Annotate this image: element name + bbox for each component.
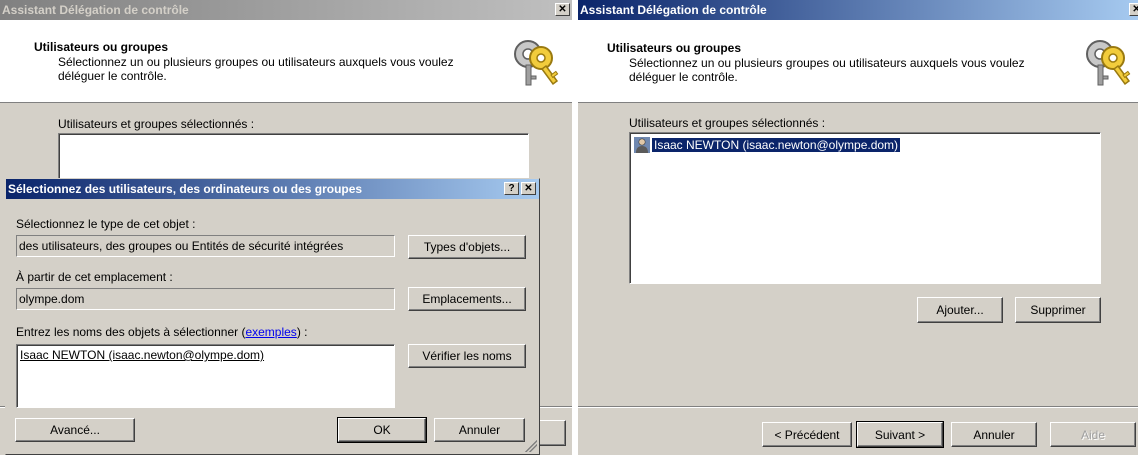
right-close-icon[interactable]: ✕	[1129, 3, 1138, 16]
location-label: À partir de cet emplacement :	[16, 270, 173, 284]
left-header-subtitle: Sélectionnez un ou plusieurs groupes ou …	[58, 55, 454, 83]
object-names-input[interactable]: Isaac NEWTON (isaac.newton@olympe.dom)	[16, 344, 395, 408]
dialog-title: Sélectionnez des utilisateurs, des ordin…	[8, 182, 363, 196]
locations-button[interactable]: Emplacements...	[408, 287, 526, 311]
back-button[interactable]: < Précédent	[762, 422, 852, 447]
help-icon[interactable]: ?	[504, 182, 519, 195]
right-header-panel: Utilisateurs ou groupes Sélectionnez un …	[578, 20, 1138, 103]
keys-icon	[514, 40, 559, 86]
advanced-button[interactable]: Avancé...	[15, 418, 135, 442]
keys-icon	[1086, 40, 1131, 86]
right-header-subtitle: Sélectionnez un ou plusieurs groupes ou …	[629, 56, 1025, 84]
left-window-title: Assistant Délégation de contrôle	[2, 3, 189, 17]
select-objects-dialog: Sélectionnez des utilisateurs, des ordin…	[5, 178, 540, 455]
object-type-label: Sélectionnez le type de cet objet :	[16, 217, 196, 231]
object-names-label: Entrez les noms des objets à sélectionne…	[16, 325, 307, 339]
resize-grip-icon[interactable]	[525, 440, 537, 452]
dialog-close-icon[interactable]: ✕	[521, 182, 536, 195]
help-button[interactable]: Aide	[1050, 422, 1136, 447]
next-button[interactable]: Suivant >	[856, 421, 944, 448]
right-list-label: Utilisateurs et groupes sélectionnés :	[629, 116, 826, 130]
add-button[interactable]: Ajouter...	[917, 297, 1003, 323]
right-header-title: Utilisateurs ou groupes	[607, 41, 742, 55]
ok-button[interactable]: OK	[337, 417, 427, 443]
remove-button[interactable]: Supprimer	[1015, 297, 1101, 323]
right-footer-separator	[578, 406, 1138, 408]
dialog-cancel-button[interactable]: Annuler	[434, 418, 525, 442]
examples-link[interactable]: exemples	[245, 325, 296, 339]
names-label-suffix: ) :	[296, 325, 308, 339]
selected-user-name: Isaac NEWTON (isaac.newton@olympe.dom)	[652, 138, 901, 152]
user-icon	[634, 137, 650, 153]
right-selected-list[interactable]: Isaac NEWTON (isaac.newton@olympe.dom)	[629, 132, 1101, 284]
object-types-button[interactable]: Types d'objets...	[408, 235, 526, 259]
object-name-value: Isaac NEWTON (isaac.newton@olympe.dom)	[20, 348, 265, 362]
list-item[interactable]: Isaac NEWTON (isaac.newton@olympe.dom)	[634, 137, 901, 153]
location-field: olympe.dom	[16, 288, 395, 310]
object-type-field: des utilisateurs, des groupes ou Entités…	[16, 235, 395, 257]
right-window-title: Assistant Délégation de contrôle	[580, 3, 767, 17]
right-cancel-button[interactable]: Annuler	[951, 422, 1037, 447]
names-label-prefix: Entrez les noms des objets à sélectionne…	[16, 325, 246, 339]
left-header-title: Utilisateurs ou groupes	[34, 40, 169, 54]
right-title-bar[interactable]: Assistant Délégation de contrôle ✕	[578, 0, 1138, 20]
left-list-label: Utilisateurs et groupes sélectionnés :	[58, 117, 255, 131]
left-wizard-window: Assistant Délégation de contrôle ✕ Utili…	[0, 0, 572, 455]
left-header-panel: Utilisateurs ou groupes Sélectionnez un …	[0, 20, 572, 103]
left-close-icon[interactable]: ✕	[555, 3, 570, 16]
dialog-title-bar[interactable]: Sélectionnez des utilisateurs, des ordin…	[6, 179, 539, 199]
right-wizard-window: Assistant Délégation de contrôle ✕ Utili…	[578, 0, 1138, 455]
check-names-button[interactable]: Vérifier les noms	[408, 344, 526, 368]
left-title-bar[interactable]: Assistant Délégation de contrôle ✕	[0, 0, 572, 20]
